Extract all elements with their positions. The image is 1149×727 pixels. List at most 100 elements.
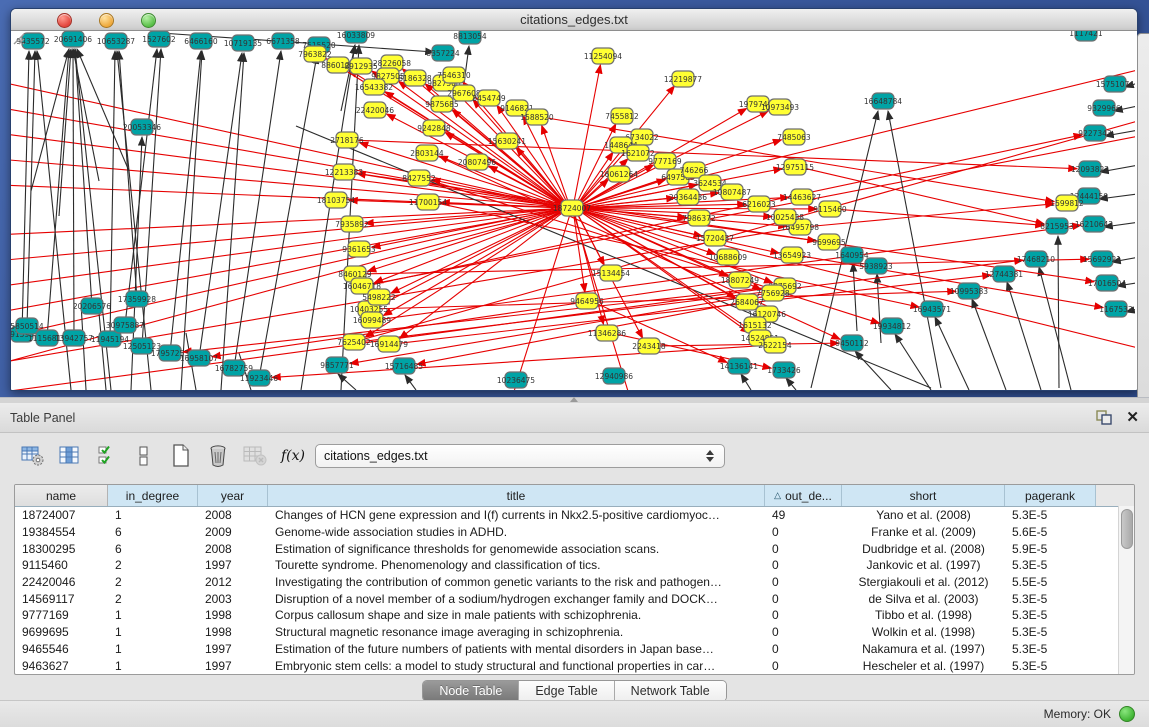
graph-edge[interactable] — [1058, 236, 1059, 388]
network-window[interactable]: citations_edges.txt 94355722069140610653… — [10, 8, 1138, 391]
graph-edge[interactable] — [972, 299, 1006, 390]
column-header-out_de[interactable]: △out_de... — [765, 485, 842, 506]
graph-edge[interactable] — [81, 303, 86, 390]
cell-short[interactable]: Nakamura et al. (1997) — [842, 642, 1005, 656]
cell-year[interactable]: 1998 — [198, 608, 268, 622]
network-canvas[interactable]: 9435572206914061065328715276026466160107… — [11, 31, 1137, 390]
table-row[interactable]: 946554611997Estimation of the future num… — [15, 641, 1134, 658]
column-header-year[interactable]: year — [198, 485, 268, 506]
cell-short[interactable]: Yano et al. (2008) — [842, 508, 1005, 522]
cell-short[interactable]: Stergiakouli et al. (2012) — [842, 575, 1005, 589]
column-header-in_degree[interactable]: in_degree — [108, 485, 198, 506]
delete-table-button[interactable] — [240, 443, 270, 469]
graph-edge[interactable] — [73, 49, 74, 338]
cell-short[interactable]: Jankovic et al. (1997) — [842, 558, 1005, 572]
cell-title[interactable]: Tourette syndrome. Phenomenology and cla… — [268, 558, 765, 572]
column-header-title[interactable]: title — [268, 485, 765, 506]
graph-edge[interactable] — [888, 111, 941, 388]
cell-in_degree[interactable]: 2 — [108, 592, 198, 606]
graph-edge[interactable] — [542, 125, 568, 201]
close-panel-icon[interactable]: ✕ — [1126, 411, 1139, 425]
select-all-button[interactable] — [92, 443, 122, 469]
graph-edge[interactable] — [853, 263, 857, 331]
graph-edge[interactable] — [400, 275, 991, 343]
cell-out_de[interactable]: 49 — [765, 508, 842, 522]
graph-edge[interactable] — [11, 208, 572, 349]
graph-edge[interactable] — [380, 291, 956, 309]
cell-pagerank[interactable]: 5.9E-5 — [1005, 542, 1096, 556]
cell-out_de[interactable]: 0 — [765, 592, 842, 606]
cell-name[interactable]: 18724007 — [15, 508, 108, 522]
cell-pagerank[interactable]: 5.3E-5 — [1005, 558, 1096, 572]
cell-out_de[interactable]: 0 — [765, 659, 842, 673]
cell-out_de[interactable]: 0 — [765, 642, 842, 656]
cell-out_de[interactable]: 0 — [765, 625, 842, 639]
tab-node-table[interactable]: Node Table — [423, 681, 519, 701]
create-column-button[interactable] — [166, 443, 196, 469]
cell-name[interactable]: 9777169 — [15, 608, 108, 622]
network-window-titlebar[interactable]: citations_edges.txt — [11, 9, 1137, 31]
cell-pagerank[interactable]: 5.3E-5 — [1005, 508, 1096, 522]
graph-edge[interactable] — [11, 208, 572, 237]
cell-in_degree[interactable]: 1 — [108, 659, 198, 673]
column-header-pagerank[interactable]: pagerank — [1005, 485, 1096, 506]
show-columns-button[interactable] — [55, 443, 85, 469]
graph-edge[interactable] — [417, 303, 736, 364]
cell-pagerank[interactable]: 5.6E-5 — [1005, 525, 1096, 539]
table-scrollbar[interactable] — [1118, 506, 1134, 674]
cell-short[interactable]: Franke et al. (2009) — [842, 525, 1005, 539]
cell-in_degree[interactable]: 1 — [108, 608, 198, 622]
cell-year[interactable]: 2003 — [198, 592, 268, 606]
table-row[interactable]: 911546021997Tourette syndrome. Phenomeno… — [15, 557, 1134, 574]
table-row[interactable]: 977716911998Corpus callosum shape and si… — [15, 607, 1134, 624]
cell-out_de[interactable]: 0 — [765, 542, 842, 556]
cell-short[interactable]: de Silva et al. (2003) — [842, 592, 1005, 606]
graph-edge[interactable] — [855, 351, 891, 390]
delete-columns-button[interactable] — [203, 443, 233, 469]
graph-edge[interactable] — [341, 45, 355, 111]
cell-year[interactable]: 1997 — [198, 642, 268, 656]
table-row[interactable]: 2242004622012Investigating the contribut… — [15, 574, 1134, 591]
results-panel-edge[interactable] — [1137, 33, 1149, 398]
cell-short[interactable]: Wolkin et al. (1998) — [842, 625, 1005, 639]
table-row[interactable]: 1456911722003Disruption of a novel membe… — [15, 590, 1134, 607]
cell-name[interactable]: 9699695 — [15, 625, 108, 639]
function-builder-button[interactable]: f(x) — [281, 448, 305, 464]
cell-in_degree[interactable]: 1 — [108, 642, 198, 656]
graph-edge[interactable] — [119, 51, 137, 299]
cell-in_degree[interactable]: 2 — [108, 575, 198, 589]
cell-in_degree[interactable]: 1 — [108, 625, 198, 639]
cell-year[interactable]: 2012 — [198, 575, 268, 589]
cell-title[interactable]: Estimation of significance thresholds fo… — [268, 542, 765, 556]
graph-edge[interactable] — [1039, 267, 1071, 390]
graph-edge[interactable] — [741, 374, 751, 390]
table-mode-button[interactable] — [18, 443, 48, 469]
graph-edge[interactable] — [259, 55, 317, 378]
cell-name[interactable]: 14569117 — [15, 592, 108, 606]
graph-edge[interactable] — [511, 208, 572, 390]
memory-ok-led-icon[interactable] — [1119, 706, 1135, 722]
table-row[interactable]: 1872400712008Changes of HCN gene express… — [15, 507, 1134, 524]
graph-edge[interactable] — [170, 51, 201, 353]
cell-out_de[interactable]: 0 — [765, 575, 842, 589]
cell-out_de[interactable]: 0 — [765, 608, 842, 622]
cell-name[interactable]: 22420046 — [15, 575, 108, 589]
cell-title[interactable]: Genome-wide association studies in ADHD. — [268, 525, 765, 539]
scrollbar-thumb[interactable] — [1121, 509, 1133, 549]
graph-edge[interactable] — [75, 49, 92, 306]
cell-title[interactable]: Structural magnetic resonance image aver… — [268, 625, 765, 639]
graph-edge[interactable] — [523, 116, 566, 202]
cell-in_degree[interactable]: 1 — [108, 508, 198, 522]
resize-grip-icon[interactable] — [11, 31, 25, 45]
table-row[interactable]: 1938455462009Genome-wide association stu… — [15, 524, 1134, 541]
column-header-name[interactable]: name — [15, 485, 108, 506]
column-header-short[interactable]: short — [842, 485, 1005, 506]
graph-edge[interactable] — [405, 375, 416, 390]
panel-splitter[interactable] — [0, 397, 1149, 403]
float-panel-icon[interactable] — [1096, 410, 1112, 425]
row-height-button[interactable] — [129, 443, 159, 469]
tab-network-table[interactable]: Network Table — [615, 681, 726, 701]
cell-pagerank[interactable]: 5.3E-5 — [1005, 592, 1096, 606]
tab-edge-table[interactable]: Edge Table — [519, 681, 614, 701]
graph-edge[interactable] — [59, 49, 71, 216]
